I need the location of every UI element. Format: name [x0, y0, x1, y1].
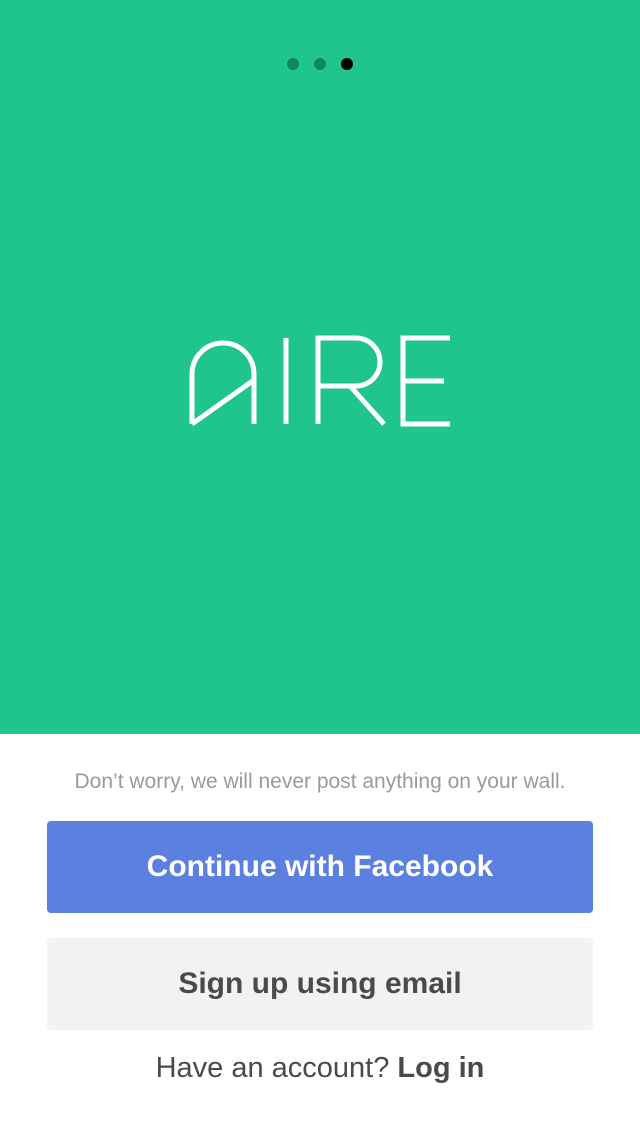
- onboarding-hero[interactable]: [0, 0, 640, 734]
- login-prompt: Have an account?: [155, 1052, 390, 1084]
- continue-with-facebook-button[interactable]: Continue with Facebook: [47, 821, 593, 913]
- page-dot-3-active[interactable]: [341, 58, 353, 70]
- auth-panel: Don’t worry, we will never post anything…: [0, 734, 640, 1136]
- privacy-disclaimer: Don’t worry, we will never post anything…: [74, 770, 566, 793]
- page-dot-2[interactable]: [314, 58, 326, 70]
- login-row: Have an account? Log in: [0, 1052, 640, 1085]
- sign-up-email-button[interactable]: Sign up using email: [47, 938, 593, 1030]
- aire-logo: [189, 335, 450, 427]
- page-indicator[interactable]: [0, 58, 640, 70]
- login-link[interactable]: Log in: [397, 1052, 484, 1084]
- page-dot-1[interactable]: [287, 58, 299, 70]
